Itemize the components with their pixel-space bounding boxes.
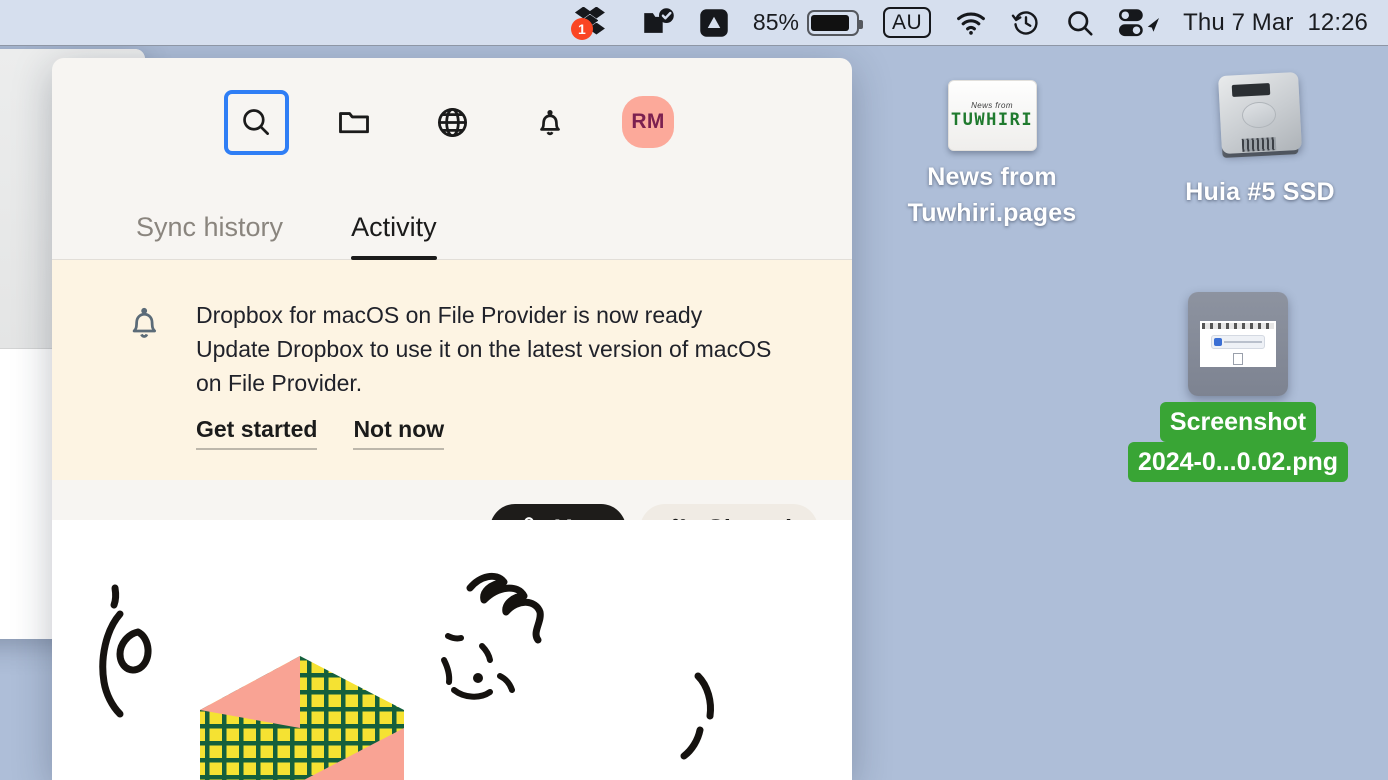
- tab-activity[interactable]: Activity: [317, 214, 471, 260]
- avatar[interactable]: RM: [620, 94, 677, 151]
- panel-header-toolbar: RM: [52, 58, 852, 182]
- search-icon[interactable]: [227, 93, 285, 151]
- time-machine-icon[interactable]: [999, 0, 1053, 46]
- menubar-time: 12:26: [1307, 8, 1368, 36]
- label-line-2: 2024-0...0.02.png: [1127, 442, 1349, 482]
- battery-status[interactable]: 85%: [741, 0, 871, 46]
- bell-icon: [122, 296, 166, 349]
- label-line-1: Screenshot: [1159, 402, 1317, 442]
- dropbox-panel[interactable]: RM Sync history Activity Dropbox for mac…: [52, 58, 852, 780]
- desktop-icon-pages-doc[interactable]: News from TUWHIRI News from Tuwhiri.page…: [877, 80, 1107, 231]
- app-menu-icon[interactable]: [687, 0, 741, 46]
- get-started-button[interactable]: Get started: [196, 416, 318, 450]
- pages-document-thumbnail: News from TUWHIRI: [947, 80, 1037, 151]
- menubar-date: Thu 7 Mar: [1183, 8, 1294, 36]
- bell-icon[interactable]: [522, 94, 579, 151]
- desktop-icon-screenshot[interactable]: Screenshot 2024-0...0.02.png: [1123, 292, 1353, 482]
- globe-icon[interactable]: [424, 94, 481, 151]
- notification-actions: Get started Not now: [196, 416, 776, 450]
- avatar-initials: RM: [622, 96, 674, 148]
- desktop-icon-label: News from Tuwhiri.pages: [877, 159, 1107, 231]
- menubar-clock[interactable]: Thu 7 Mar 12:26: [1171, 9, 1372, 37]
- dropbox-badge-count: 1: [570, 17, 593, 40]
- folder-icon[interactable]: [326, 94, 383, 151]
- notification-body: Dropbox for macOS on File Provider is no…: [196, 296, 776, 450]
- notification-title: Dropbox for macOS on File Provider is no…: [196, 302, 703, 328]
- control-center-icon[interactable]: [1107, 0, 1171, 46]
- macos-menubar[interactable]: 1 85% AU Thu 7 Mar 12:26: [0, 0, 1388, 46]
- thumbnail-caption: News from: [971, 101, 1013, 110]
- dropbox-menu-icon[interactable]: 1: [563, 0, 631, 46]
- desktop-icon-label: Huia #5 SSD: [1145, 174, 1375, 210]
- battery-percent-label: 85%: [752, 9, 799, 35]
- spotlight-search-icon[interactable]: [1053, 0, 1107, 46]
- screenshot-thumbnail: [1188, 292, 1288, 396]
- label-line-1: News from: [927, 163, 1057, 191]
- label-line-2: Tuwhiri.pages: [907, 199, 1077, 227]
- hard-drive-icon: [1214, 70, 1306, 166]
- notification-message: Update Dropbox to use it on the latest v…: [196, 336, 772, 396]
- illustration-graphic: [99, 572, 714, 780]
- folder-check-icon[interactable]: [631, 0, 687, 46]
- tab-sync-history[interactable]: Sync history: [136, 214, 317, 259]
- notification-banner: Dropbox for macOS on File Provider is no…: [52, 260, 852, 480]
- not-now-button[interactable]: Not now: [353, 416, 445, 450]
- desktop-icon-label-selected: Screenshot 2024-0...0.02.png: [1123, 402, 1353, 482]
- wifi-icon[interactable]: [943, 0, 999, 46]
- desktop-icon-ssd[interactable]: Huia #5 SSD: [1145, 70, 1375, 210]
- activity-empty-illustration: [52, 520, 852, 780]
- label-line-1: Huia #5 SSD: [1185, 178, 1335, 206]
- battery-icon: [806, 9, 863, 36]
- thumbnail-title: TUWHIRI: [950, 110, 1034, 130]
- keyboard-layout-indicator[interactable]: AU: [871, 0, 943, 46]
- keyboard-layout-label: AU: [882, 6, 932, 39]
- panel-tabs: Sync history Activity: [52, 182, 852, 260]
